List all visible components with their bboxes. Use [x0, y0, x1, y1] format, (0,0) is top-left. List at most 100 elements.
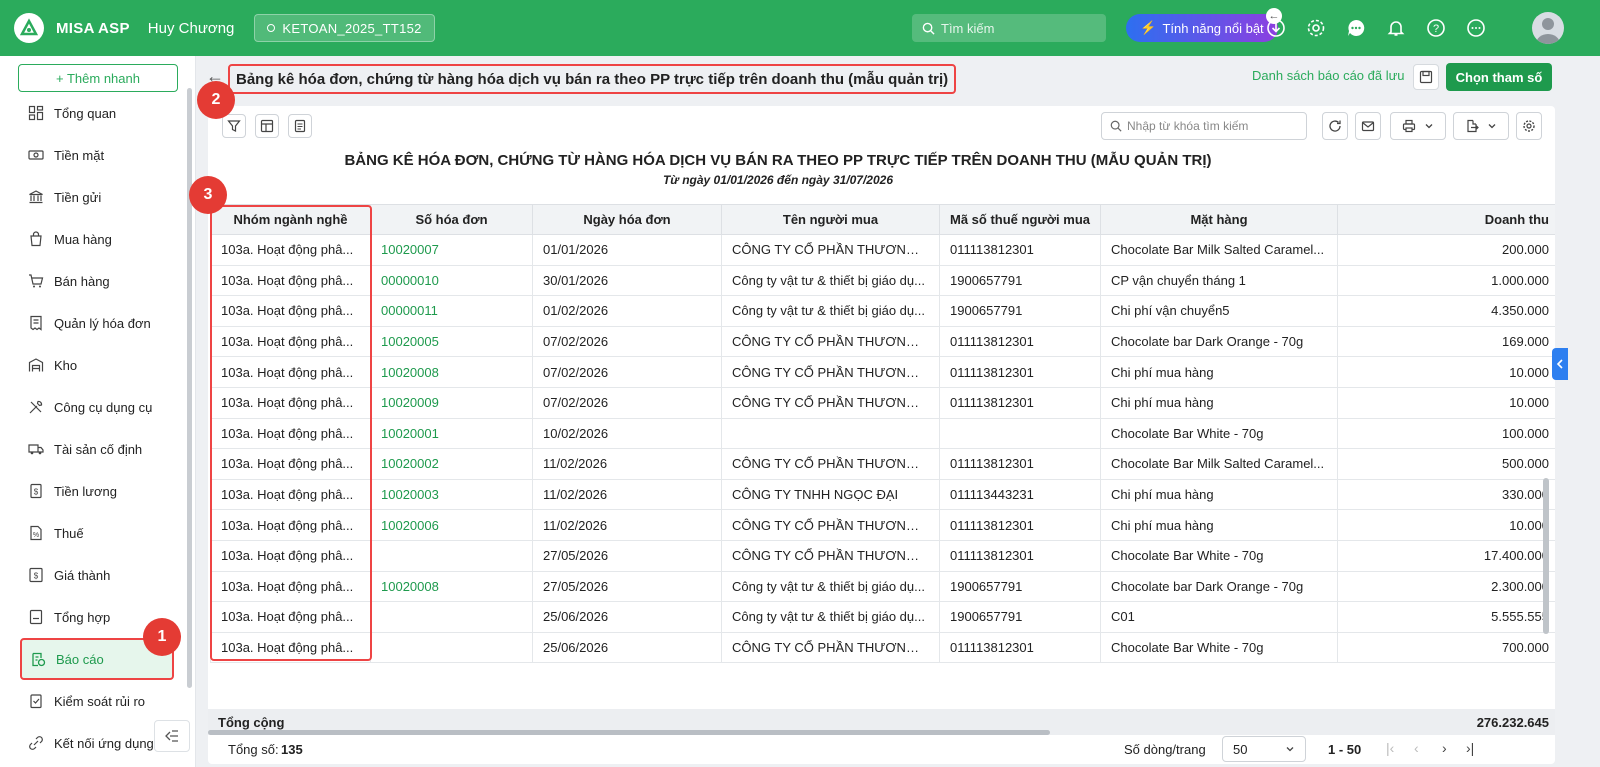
table-row[interactable]: 103a. Hoạt động phâ... 10020005 07/02/2026… [210, 325, 1555, 358]
sidebar-item-fixed-assets[interactable]: Tài sản cố định [0, 428, 190, 470]
column-header-buyer-tax-code[interactable]: Mã số thuế người mua [939, 204, 1101, 235]
quick-add-button[interactable]: + Thêm nhanh [18, 64, 178, 92]
sidebar-item-label: Kho [54, 357, 78, 373]
report-period: Từ ngày 01/01/2026 đến ngày 31/07/2026 [662, 173, 894, 187]
sidebar-item-overview[interactable]: Tổng quan [0, 92, 190, 134]
cell-invoice-number[interactable]: 10020008 [370, 570, 533, 603]
collapse-sidebar-button[interactable] [154, 720, 190, 752]
saved-reports-link[interactable]: Danh sách báo cáo đã lưu [1252, 68, 1405, 83]
print-button[interactable] [1390, 112, 1446, 140]
settings-gear-icon[interactable] [1304, 16, 1328, 40]
keyword-search-input[interactable]: Nhập từ khóa tìm kiếm [1101, 112, 1307, 140]
sidebar-item-cost[interactable]: $ Giá thành [0, 554, 190, 596]
cell-invoice-number[interactable]: 00000011 [370, 295, 533, 327]
truck-icon [28, 444, 44, 455]
table-row[interactable]: 103a. Hoạt động phâ... 10020001 10/02/2026… [210, 417, 1555, 450]
cell-invoice-number[interactable]: 10020002 [370, 448, 533, 480]
email-button[interactable] [1355, 112, 1381, 140]
bolt-icon: ⚡ [1140, 20, 1157, 35]
sidebar-item-sales[interactable]: Bán hàng [0, 260, 190, 302]
bell-icon[interactable] [1384, 16, 1408, 40]
table-row[interactable]: 103a. Hoạt động phâ... 10020003 11/02/2026… [210, 478, 1555, 511]
cell-invoice-number[interactable]: 10020001 [370, 417, 533, 450]
total-revenue: 276.232.645 [1476, 714, 1549, 730]
cell-invoice-date: 10/02/2026 [532, 417, 722, 450]
expand-panel-tab[interactable] [1552, 348, 1568, 380]
prev-page-icon[interactable]: ‹ [1414, 740, 1419, 756]
column-layout-button[interactable] [255, 114, 279, 138]
sidebar-item-warehouse[interactable]: Kho [0, 344, 190, 386]
risk-icon [30, 694, 42, 709]
cell-invoice-number[interactable]: 10020006 [370, 509, 533, 541]
cell-invoice-number[interactable]: 10020008 [370, 356, 533, 388]
cell-buyer-tax-code [939, 417, 1101, 450]
company-name[interactable]: Huy Chương [148, 20, 235, 37]
table-row[interactable]: 103a. Hoạt động phâ... 10020009 07/02/2026… [210, 386, 1555, 419]
export-button[interactable] [1453, 112, 1509, 140]
table-row[interactable]: 103a. Hoạt động phâ... 00000010 30/01/2026… [210, 264, 1555, 297]
table-row[interactable]: 103a. Hoạt động phâ... 25/06/2026 CÔNG TY … [210, 631, 1555, 664]
table-row[interactable]: 103a. Hoạt động phâ... 10020002 11/02/2026… [210, 448, 1555, 480]
help-icon[interactable]: ? [1424, 16, 1448, 40]
cell-revenue: 17.400.000 [1337, 539, 1555, 572]
cell-item: Chi phí mua hàng [1100, 478, 1338, 511]
misa-logo[interactable] [14, 13, 44, 43]
more-options-icon[interactable] [1464, 16, 1488, 40]
sidebar-item-purchasing[interactable]: Mua hàng [0, 218, 190, 260]
table-row[interactable]: 103a. Hoạt động phâ... 10020008 27/05/2026… [210, 570, 1555, 603]
cell-invoice-number[interactable]: 10020005 [370, 325, 533, 358]
last-page-icon[interactable]: ›| [1466, 740, 1474, 756]
horizontal-scrollbar[interactable] [208, 730, 1050, 735]
table-row[interactable]: 103a. Hoạt động phâ... 10020006 11/02/2026… [210, 509, 1555, 541]
save-report-button[interactable] [1413, 64, 1439, 90]
sidebar-item-bank-deposit[interactable]: Tiền gửi [0, 176, 190, 218]
download-icon[interactable] [1264, 16, 1288, 40]
cell-invoice-number[interactable] [370, 601, 533, 633]
chat-icon[interactable] [1344, 16, 1368, 40]
choose-parameters-button[interactable]: Chọn tham số [1446, 63, 1552, 91]
database-selector[interactable]: KETOAN_2025_TT152 [254, 14, 435, 42]
total-count: 135 [281, 742, 303, 757]
table-row[interactable]: 103a. Hoạt động phâ... 10020007 01/01/2026… [210, 234, 1555, 266]
table-row[interactable]: 103a. Hoạt động phâ... 10020008 07/02/2026… [210, 356, 1555, 388]
user-avatar[interactable] [1532, 12, 1564, 44]
column-header-invoice-date[interactable]: Ngày hóa đơn [532, 204, 722, 235]
column-header-item[interactable]: Mặt hàng [1100, 204, 1338, 235]
cell-item: Chi phí vận chuyển5 [1100, 295, 1338, 327]
table-row[interactable]: 103a. Hoạt động phâ... 00000011 01/02/2026… [210, 295, 1555, 327]
first-page-icon[interactable]: |‹ [1386, 740, 1394, 756]
cell-buyer-tax-code: 011113812301 [939, 234, 1101, 266]
vertical-scrollbar[interactable] [1543, 478, 1549, 634]
column-header-revenue[interactable]: Doanh thu [1337, 204, 1555, 235]
cell-invoice-date: 27/05/2026 [532, 539, 722, 572]
cell-invoice-number[interactable] [370, 539, 533, 572]
cell-invoice-number[interactable]: 00000010 [370, 264, 533, 297]
cell-invoice-number[interactable]: 10020009 [370, 386, 533, 419]
sidebar-item-tools[interactable]: Công cụ dụng cụ [0, 386, 190, 428]
sidebar-item-invoice-management[interactable]: Quản lý hóa đơn [0, 302, 190, 344]
report-note-button[interactable] [288, 114, 312, 138]
cell-item: Chocolate Bar Milk Salted Caramel... [1100, 234, 1338, 266]
cell-invoice-number[interactable]: 10020003 [370, 478, 533, 511]
save-icon [1419, 70, 1433, 84]
column-header-invoice-number[interactable]: Số hóa đơn [370, 204, 533, 235]
rows-per-page-select[interactable]: 50 [1222, 736, 1306, 762]
next-page-icon[interactable]: › [1442, 740, 1447, 756]
refresh-button[interactable] [1322, 112, 1348, 140]
sidebar-scrollbar[interactable] [187, 88, 192, 688]
filter-button[interactable] [222, 114, 246, 138]
cell-invoice-date: 30/01/2026 [532, 264, 722, 297]
table-row[interactable]: 103a. Hoạt động phâ... 27/05/2026 CÔNG TY … [210, 539, 1555, 572]
table-row[interactable]: 103a. Hoạt động phâ... 25/06/2026 Công ty … [210, 601, 1555, 633]
cell-invoice-number[interactable]: 10020007 [370, 234, 533, 266]
sidebar-item-cash[interactable]: Tiền mặt [0, 134, 190, 176]
sidebar-item-label: Công cụ dụng cụ [54, 399, 153, 415]
report-settings-button[interactable] [1516, 112, 1542, 140]
sidebar-item-tax[interactable]: % Thuế [0, 512, 190, 554]
sidebar-item-salary[interactable]: $ Tiền lương [0, 470, 190, 512]
column-header-buyer-name[interactable]: Tên người mua [721, 204, 940, 235]
global-search-input[interactable]: Tìm kiếm [912, 14, 1106, 42]
cell-invoice-number[interactable] [370, 631, 533, 664]
featured-button[interactable]: ⚡ Tính năng nổi bật ← [1126, 8, 1282, 42]
sidebar-item-risk-control[interactable]: Kiểm soát rủi ro [0, 680, 190, 722]
